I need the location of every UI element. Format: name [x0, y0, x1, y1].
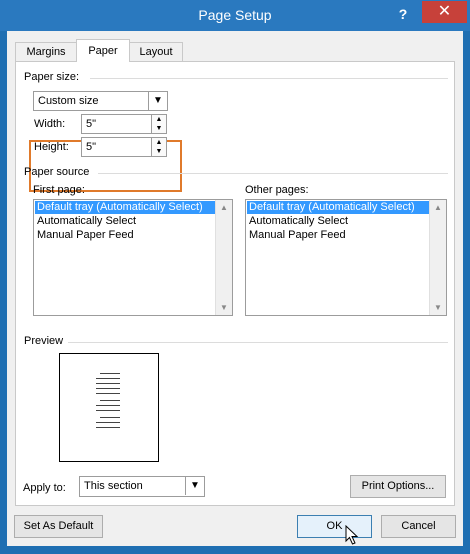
tab-layout[interactable]: Layout [129, 42, 183, 61]
paper-size-value: Custom size [38, 95, 99, 107]
other-pages-label: Other pages: [245, 184, 309, 196]
preview-divider [68, 342, 448, 343]
title-bar: Page Setup ? ✕ [0, 0, 470, 31]
mouse-pointer-icon [345, 525, 359, 545]
preview-label: Preview [24, 335, 64, 347]
preview-line [100, 417, 120, 418]
scroll-down-icon[interactable]: ▼ [216, 300, 232, 315]
first-page-label: First page: [33, 184, 85, 196]
scrollbar[interactable]: ▲ ▼ [215, 200, 232, 315]
ok-button[interactable]: OK [297, 515, 372, 538]
tab-margins[interactable]: Margins [15, 42, 77, 61]
dialog-client-area: Margins Paper Layout Paper size: Custom … [7, 31, 463, 546]
preview-line [96, 383, 120, 384]
tab-paper[interactable]: Paper [76, 39, 130, 62]
spin-down-icon[interactable]: ▼ [151, 124, 166, 133]
preview-page [59, 353, 159, 462]
chevron-down-icon[interactable]: ▼ [185, 477, 204, 495]
first-page-listbox[interactable]: Default tray (Automatically Select) Auto… [33, 199, 233, 316]
chevron-down-icon[interactable]: ▼ [148, 92, 167, 110]
print-options-button[interactable]: Print Options... [350, 475, 446, 498]
apply-to-value: This section [84, 480, 143, 492]
width-value: 5" [86, 118, 97, 130]
preview-line [96, 422, 120, 423]
preview-line [96, 410, 120, 411]
apply-to-select[interactable]: This section ▼ [79, 476, 205, 497]
height-spinner[interactable]: 5" ▲ ▼ [81, 137, 167, 157]
width-spinner[interactable]: 5" ▲ ▼ [81, 114, 167, 134]
other-pages-listbox[interactable]: Default tray (Automatically Select) Auto… [245, 199, 447, 316]
help-button[interactable]: ? [384, 2, 422, 26]
list-item[interactable]: Automatically Select [247, 215, 446, 228]
list-item[interactable]: Manual Paper Feed [247, 229, 446, 242]
close-icon: ✕ [437, 3, 452, 20]
scrollbar[interactable]: ▲ ▼ [429, 200, 446, 315]
scroll-up-icon[interactable]: ▲ [216, 200, 232, 215]
preview-line [96, 393, 120, 394]
paper-size-select[interactable]: Custom size ▼ [33, 91, 168, 111]
paper-source-divider [98, 173, 448, 174]
height-value: 5" [86, 141, 97, 153]
preview-line [96, 388, 120, 389]
page-setup-dialog: Page Setup ? ✕ Margins Paper Layout Pape… [0, 0, 470, 554]
scroll-down-icon[interactable]: ▼ [430, 300, 446, 315]
preview-line [96, 378, 120, 379]
set-as-default-button[interactable]: Set As Default [14, 515, 103, 538]
list-item[interactable]: Automatically Select [35, 215, 232, 228]
paper-source-label: Paper source [24, 166, 90, 178]
spin-down-icon[interactable]: ▼ [151, 147, 166, 156]
preview-line [100, 400, 120, 401]
list-item[interactable]: Manual Paper Feed [35, 229, 232, 242]
paper-size-divider [90, 78, 448, 79]
apply-to-label: Apply to: [23, 482, 66, 494]
preview-line [96, 405, 120, 406]
preview-line [96, 427, 120, 428]
cancel-button[interactable]: Cancel [381, 515, 456, 538]
close-button[interactable]: ✕ [422, 1, 467, 23]
width-label: Width: [34, 118, 66, 130]
paper-size-label: Paper size: [24, 71, 80, 83]
list-item[interactable]: Default tray (Automatically Select) [35, 201, 232, 214]
scroll-up-icon[interactable]: ▲ [430, 200, 446, 215]
height-label: Height: [34, 141, 69, 153]
list-item[interactable]: Default tray (Automatically Select) [247, 201, 446, 214]
preview-line [100, 373, 120, 374]
